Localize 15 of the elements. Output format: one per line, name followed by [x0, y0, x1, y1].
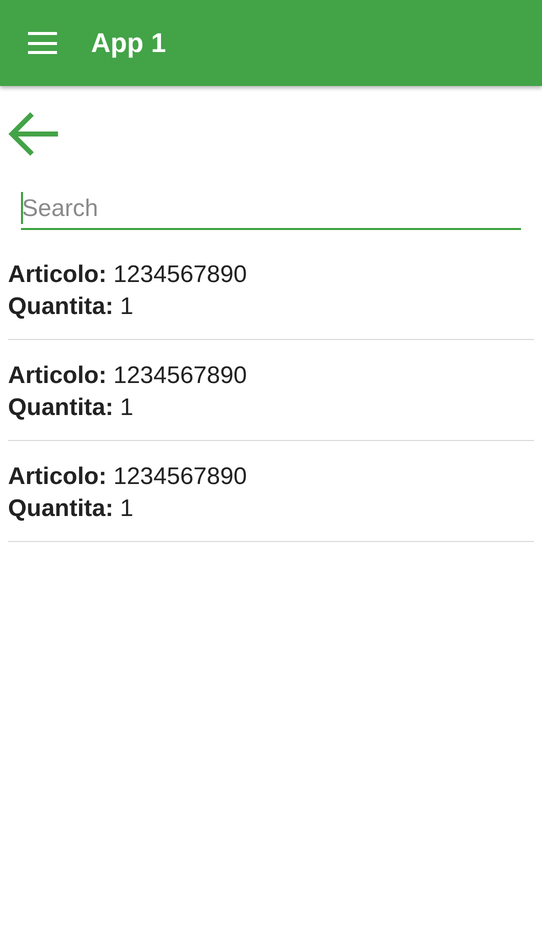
quantity-text: Quantita: 1 [8, 292, 134, 322]
article-text: Articolo: 1234567890 [8, 462, 248, 492]
article-text: Articolo: 1234567890 [8, 361, 248, 391]
back-arrow-icon [8, 110, 60, 158]
back-button[interactable] [8, 110, 60, 158]
menu-icon[interactable] [28, 32, 57, 54]
list-item[interactable]: Articolo: 1234567890 Quantita: 1 [8, 340, 534, 441]
text-cursor [21, 192, 23, 224]
list-item[interactable]: Articolo: 1234567890 Quantita: 1 [8, 239, 534, 340]
app-title: App 1 [91, 28, 166, 58]
article-text: Articolo: 1234567890 [8, 260, 248, 290]
list-item[interactable]: Articolo: 1234567890 Quantita: 1 [8, 441, 534, 542]
search-field[interactable]: Search [21, 190, 521, 230]
quantity-text: Quantita: 1 [8, 494, 134, 524]
quantity-text: Quantita: 1 [8, 393, 134, 423]
